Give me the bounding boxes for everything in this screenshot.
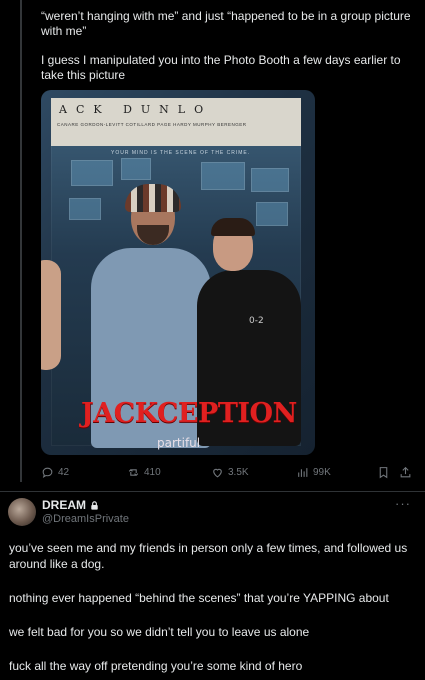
repost-button[interactable]: 410 [127,466,161,479]
reply-button[interactable]: 42 [41,466,69,479]
thread-line [20,0,22,482]
display-name[interactable]: DREAM [42,498,86,512]
watermark: partiful [157,436,201,450]
avatar[interactable] [8,498,36,526]
lock-icon [91,500,98,510]
tweet-text-paragraph: “weren’t hanging with me” and just “happ… [41,9,411,38]
reply-paragraph: nothing ever happened “behind the scenes… [9,591,389,605]
background-monitor [256,202,288,226]
views-button[interactable]: 99K [296,466,331,479]
reply-icon [42,467,53,479]
bookmark-icon [379,467,388,479]
like-count: 3.5K [228,467,249,478]
background-monitor [69,198,101,220]
heart-icon [213,468,222,478]
holding-hand [41,260,61,370]
poster-header: ACK DUNLO CANARE GORDON-LEVITT COTILLARD… [51,98,301,146]
background-monitor [71,160,113,186]
person-left-hat [125,184,181,212]
reply-author[interactable]: DREAM [42,498,100,512]
share-button[interactable] [399,466,412,479]
share-icon [400,466,411,478]
like-button[interactable]: 3.5K [211,466,249,479]
background-monitor [201,162,245,190]
user-handle[interactable]: @DreamIsPrivate [42,513,129,525]
tweet-actions: 42 410 3.5K 99K [41,466,411,482]
repost-icon [128,469,139,476]
views-count: 99K [313,467,331,478]
reply-paragraph: fuck all the way off pretending you’re s… [9,659,303,673]
shirt-text: 0-2 [249,316,264,326]
poster-title: ACK DUNLO [59,103,213,116]
views-icon [298,468,308,477]
person-right-hair [211,218,255,236]
reply-paragraph: you’ve seen me and my friends in person … [9,541,408,571]
poster-cast: CANARE GORDON-LEVITT COTILLARD PAGE HARD… [57,122,247,127]
background-monitor [121,158,151,180]
tweet-photo[interactable]: ACK DUNLO CANARE GORDON-LEVITT COTILLARD… [41,90,315,455]
poster-tagline: YOUR MIND IS THE SCENE OF THE CRIME. [111,150,251,156]
reply-paragraph: we felt bad for you so we didn’t tell yo… [9,625,310,639]
poster-image: ACK DUNLO CANARE GORDON-LEVITT COTILLARD… [51,98,301,450]
poster-headline: JACKCEPTION [81,398,297,429]
repost-count: 410 [144,467,161,478]
background-monitor [251,168,289,192]
reply-count: 42 [58,467,70,478]
divider [0,491,425,492]
tweet-text-paragraph: I guess I manipulated you into the Photo… [41,53,401,82]
more-options-button[interactable]: ··· [395,496,411,511]
bookmark-button[interactable] [377,466,390,479]
